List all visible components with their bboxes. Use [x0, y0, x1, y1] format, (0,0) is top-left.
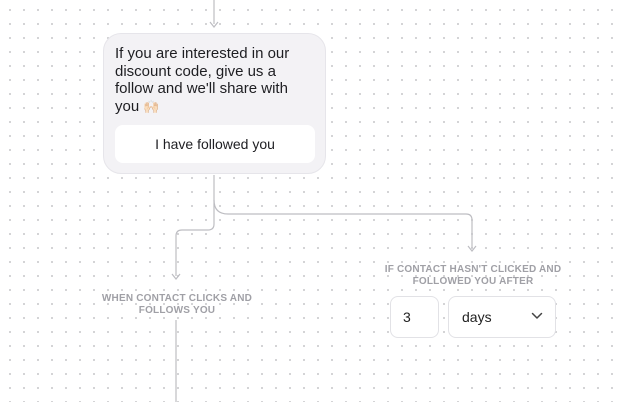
branch-connector-not-clicked [213, 199, 473, 248]
message-text-block: If you are interested in our discount co… [115, 45, 315, 116]
followed-button-label: I have followed you [155, 136, 275, 152]
followed-button[interactable]: I have followed you [115, 125, 315, 163]
raising-hands-emoji: 🙌🏻 [143, 99, 160, 115]
message-text: If you are interested in our discount co… [115, 45, 290, 115]
message-card[interactable]: If you are interested in our discount co… [103, 33, 326, 174]
chevron-down-icon [531, 312, 543, 319]
flow-canvas[interactable]: If you are interested in our discount co… [0, 0, 624, 402]
delay-amount-input[interactable] [390, 296, 439, 338]
branch-label-not-clicked: IF CONTACT HASN'T CLICKED AND FOLLOWED Y… [384, 264, 562, 287]
branch-label-clicked: WHEN CONTACT CLICKS AND FOLLOWS YOU [101, 293, 253, 316]
delay-unit-value: days [462, 309, 492, 325]
delay-unit-select[interactable]: days [448, 296, 556, 338]
branch-connector-clicked [175, 175, 215, 276]
